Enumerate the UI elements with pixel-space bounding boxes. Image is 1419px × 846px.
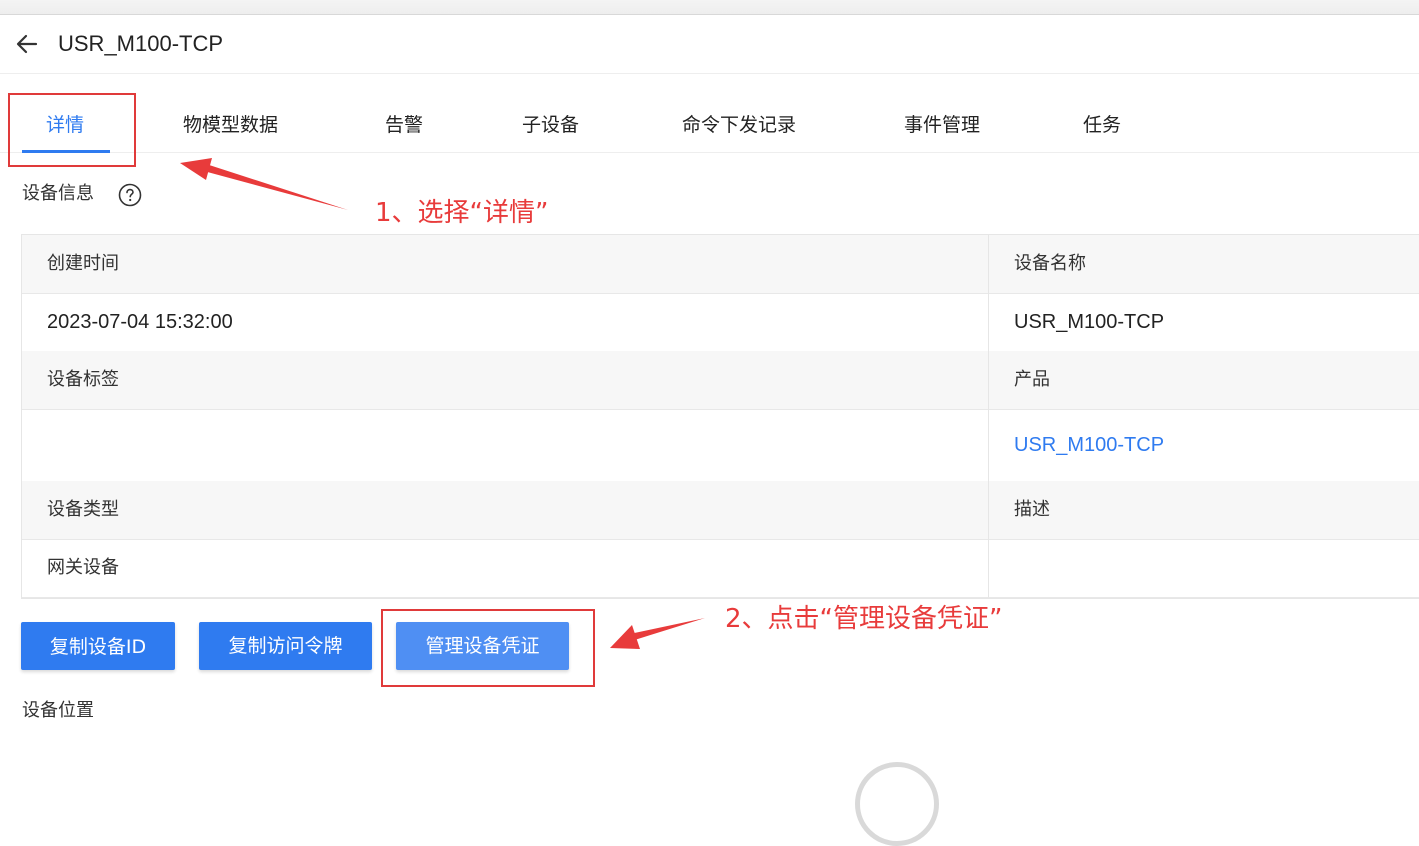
annotation-arrows xyxy=(180,158,705,649)
arrow-step2 xyxy=(610,618,705,649)
arrow-step1 xyxy=(180,158,348,210)
